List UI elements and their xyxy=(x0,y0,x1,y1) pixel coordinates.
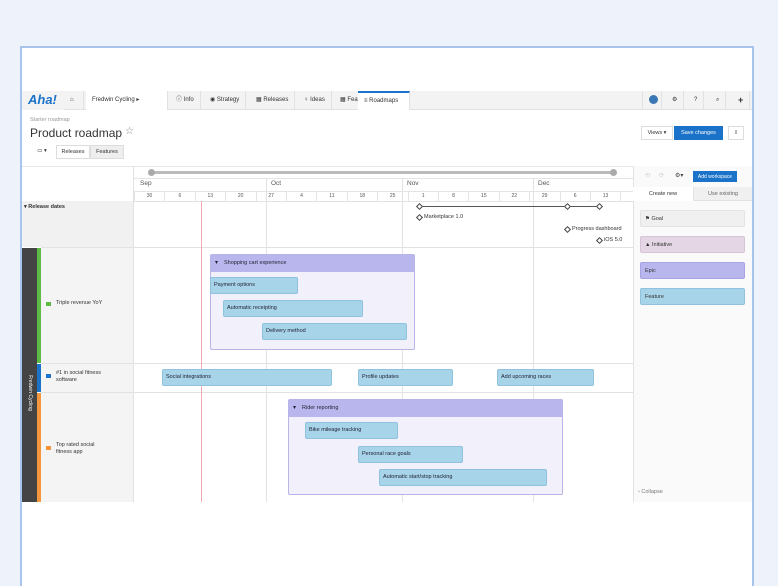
home-icon[interactable]: ⌂ xyxy=(64,91,84,110)
workspace-selector[interactable]: Fredwin Cycling ▸ xyxy=(86,91,168,110)
goal-label[interactable]: #1 in social fitness software xyxy=(56,370,116,384)
settings-icon[interactable]: ⚙ xyxy=(666,91,685,110)
aha-logo[interactable]: Aha! xyxy=(28,92,57,107)
tab-ideas[interactable]: ♀ Ideas xyxy=(298,91,332,110)
tab-roadmaps[interactable]: ≡ Roadmaps xyxy=(358,91,410,110)
search-icon[interactable]: ⌕ xyxy=(710,91,727,110)
feature-bar[interactable]: Automatic start/stop tracking xyxy=(379,469,547,486)
week-label: 30 xyxy=(134,192,164,201)
goal-label[interactable]: Top rated social fitness app xyxy=(56,442,106,456)
epic-header[interactable]: Rider reporting xyxy=(289,400,562,417)
collapse-button[interactable]: › Collapse xyxy=(638,489,663,495)
breadcrumb[interactable]: Starter roadmap xyxy=(30,117,70,123)
week-label: 22 xyxy=(498,192,529,201)
redo-icon[interactable]: ⟳ xyxy=(659,172,664,179)
add-workspace-button[interactable]: Add workspace xyxy=(693,171,737,182)
panel-settings-icon[interactable]: ⚙▾ xyxy=(675,172,683,179)
feature-bar[interactable]: Automatic receipting xyxy=(223,300,363,317)
top-nav: ⌂ Fredwin Cycling ▸ ⓘ Info ◉ Strategy ▦ … xyxy=(22,91,752,110)
milestone-label[interactable]: iOS 5.0 xyxy=(604,237,622,243)
week-label: 13 xyxy=(194,192,225,201)
initiative-card[interactable]: ▲ Initiative xyxy=(640,236,745,253)
tab-strategy[interactable]: ◉ Strategy xyxy=(204,91,247,110)
week-label: 18 xyxy=(346,192,377,201)
star-icon[interactable]: ☆ xyxy=(125,126,134,137)
views-dropdown[interactable]: Views ▾ xyxy=(641,126,673,140)
week-label: 6 xyxy=(164,192,194,201)
goal-label[interactable]: Triple revenue YoY xyxy=(56,300,126,307)
week-label: 1 xyxy=(407,192,438,201)
feature-bar[interactable]: Social integrations xyxy=(162,369,332,386)
flag-icon xyxy=(46,374,51,378)
flag-icon xyxy=(46,446,51,450)
week-label: 20 xyxy=(225,192,255,201)
week-label: 11 xyxy=(316,192,346,201)
goal-card[interactable]: ⚑ Goal xyxy=(640,210,745,227)
export-icon[interactable]: ⇩ xyxy=(728,126,744,140)
feature-bar[interactable]: Bike mileage tracking xyxy=(305,422,398,439)
today-line xyxy=(201,201,202,502)
release-dates-toggle[interactable]: ▾ Release dates xyxy=(24,204,65,210)
month-dec: Dec xyxy=(538,180,550,187)
flag-icon xyxy=(46,302,51,306)
tab-info[interactable]: ⓘ Info xyxy=(170,91,201,110)
epic-card-template[interactable]: Epic xyxy=(640,262,745,279)
feature-bar[interactable]: Delivery method xyxy=(262,323,407,340)
feature-bar[interactable]: Personal race goals xyxy=(358,446,463,463)
save-changes-button[interactable]: Save changes xyxy=(674,126,723,140)
month-oct: Oct xyxy=(271,180,282,187)
features-toggle[interactable]: Features xyxy=(90,145,124,159)
epic-header[interactable]: Shopping cart experience xyxy=(211,255,414,272)
month-sep: Sep xyxy=(140,180,152,187)
releases-toggle[interactable]: Releases xyxy=(56,145,90,159)
milestone-label[interactable]: Progress dashboard xyxy=(572,226,622,232)
slider-handle-start[interactable] xyxy=(148,169,155,176)
slider-handle-end[interactable] xyxy=(610,169,617,176)
week-label: 4 xyxy=(286,192,316,201)
week-label: 27 xyxy=(255,192,286,201)
month-nov: Nov xyxy=(407,180,419,187)
page-title: Product roadmap xyxy=(30,126,123,140)
workspace-label: Fredwin Cycling xyxy=(27,375,33,411)
feature-bar[interactable]: Profile updates xyxy=(358,369,453,386)
tab-releases[interactable]: ▦ Releases xyxy=(250,91,296,110)
timeline-range-slider[interactable] xyxy=(150,171,614,174)
week-label: 8 xyxy=(438,192,468,201)
tab-use-existing[interactable]: Use existing xyxy=(693,187,752,201)
help-icon[interactable]: ? xyxy=(688,91,705,110)
week-label: 13 xyxy=(590,192,620,201)
calendar-dropdown[interactable]: ▭ ▾ xyxy=(30,145,54,159)
avatar[interactable] xyxy=(642,91,662,110)
undo-icon[interactable]: ⟲ xyxy=(645,172,650,179)
week-label: 6 xyxy=(559,192,590,201)
add-icon[interactable]: + xyxy=(732,91,751,110)
tab-create-new[interactable]: Create new xyxy=(633,187,693,201)
milestone-label[interactable]: Marketplace 1.0 xyxy=(424,214,463,220)
feature-bar[interactable]: Add upcoming races xyxy=(497,369,594,386)
week-label: 15 xyxy=(468,192,498,201)
feature-bar[interactable]: Payment options xyxy=(210,277,298,294)
feature-card-template[interactable]: Feature xyxy=(640,288,745,305)
